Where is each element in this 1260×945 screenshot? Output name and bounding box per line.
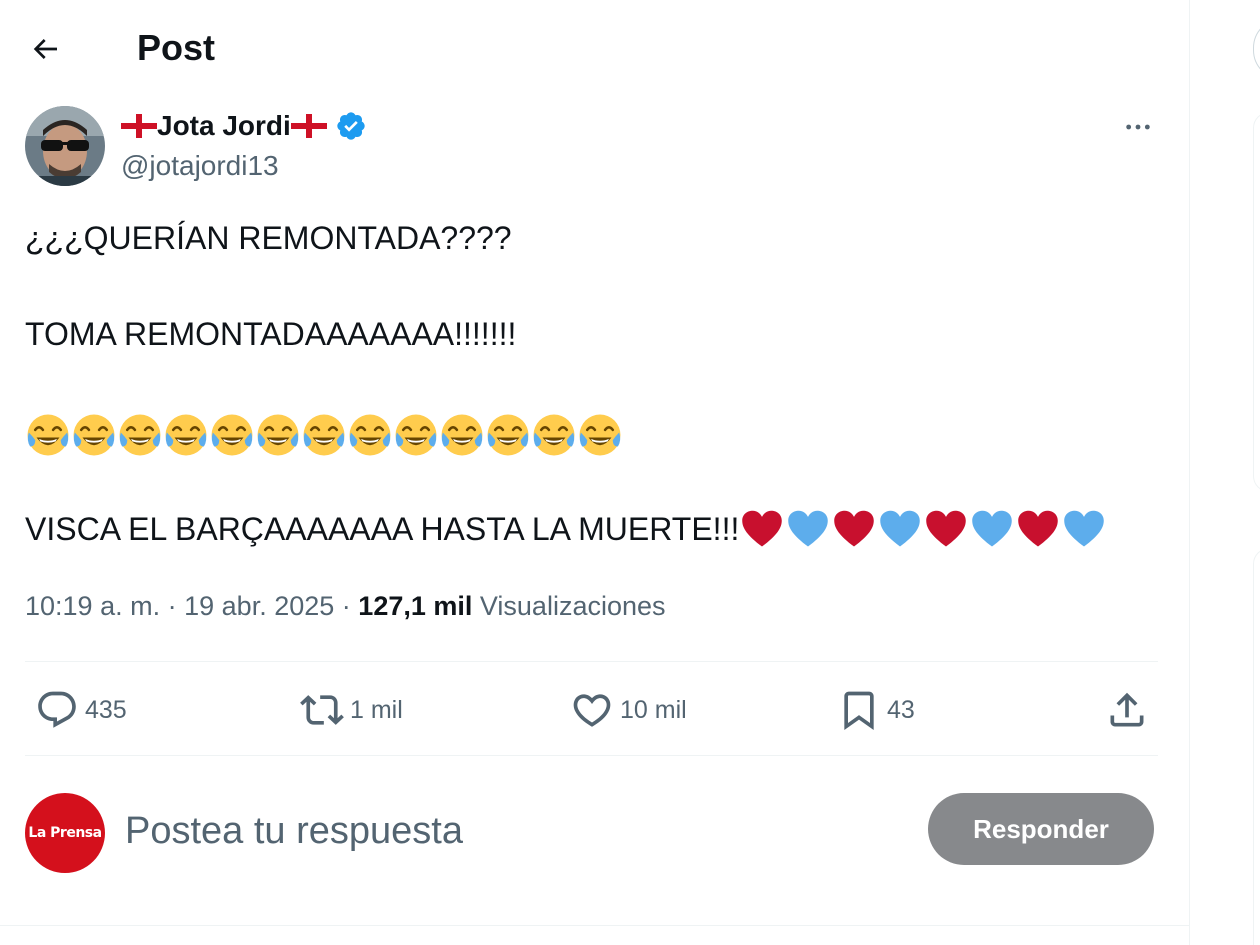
- bookmark-button[interactable]: 43: [837, 684, 915, 736]
- blue-heart-emoji-icon: [972, 510, 1013, 547]
- laughing-emoji-row: [25, 412, 623, 458]
- author-name[interactable]: Jota Jordi: [121, 108, 367, 144]
- arrow-left-icon: [33, 39, 57, 59]
- blue-heart-emoji-icon: [1064, 510, 1105, 547]
- tears-of-joy-emoji-icon: [165, 414, 207, 456]
- tears-of-joy-emoji-icon: [579, 414, 621, 456]
- red-heart-emoji-icon: [926, 510, 967, 547]
- meta-separator: ·: [341, 591, 351, 621]
- divider: [25, 755, 1158, 756]
- sidebar-card: [1253, 548, 1260, 945]
- post-date[interactable]: 19 abr. 2025: [184, 591, 334, 621]
- avatar-photo: [25, 106, 105, 186]
- post-line-2: TOMA REMONTADAAAAAAA!!!!!!!: [25, 316, 517, 352]
- st-george-cross-flag-icon: [121, 114, 157, 138]
- post-line-3-text: VISCA EL BARÇAAAAAAA HASTA LA MUERTE!!!: [25, 511, 740, 547]
- reply-count: 435: [85, 695, 127, 724]
- blue-heart-emoji-icon: [880, 510, 921, 547]
- more-options-button[interactable]: [1112, 110, 1164, 144]
- reply-user-avatar[interactable]: La Prensa: [25, 793, 105, 873]
- page-header: Post: [0, 0, 1190, 96]
- tears-of-joy-emoji-icon: [211, 414, 253, 456]
- tears-of-joy-emoji-icon: [73, 414, 115, 456]
- post-line-1: ¿¿¿QUERÍAN REMONTADA????: [25, 220, 512, 256]
- tears-of-joy-emoji-icon: [349, 414, 391, 456]
- search-box[interactable]: [1253, 18, 1260, 80]
- reply-button[interactable]: 435: [35, 684, 127, 736]
- divider: [25, 661, 1158, 662]
- post-time[interactable]: 10:19 a. m.: [25, 591, 160, 621]
- meta-separator: ·: [167, 591, 177, 621]
- repost-arrows-icon: [300, 695, 344, 725]
- author-display-name: Jota Jordi: [157, 110, 291, 141]
- views-count: 127,1 mil: [358, 591, 473, 621]
- verified-badge-icon: [337, 112, 365, 140]
- tears-of-joy-emoji-icon: [119, 414, 161, 456]
- tears-of-joy-emoji-icon: [533, 414, 575, 456]
- red-heart-emoji-icon: [1018, 510, 1059, 547]
- blue-heart-emoji-icon: [788, 510, 829, 547]
- speech-bubble-icon: [38, 691, 76, 728]
- tears-of-joy-emoji-icon: [257, 414, 299, 456]
- tears-of-joy-emoji-icon: [441, 414, 483, 456]
- reply-submit-button[interactable]: Responder: [928, 793, 1154, 865]
- reply-input[interactable]: [125, 801, 885, 861]
- tears-of-joy-emoji-icon: [487, 414, 529, 456]
- post-line-3: VISCA EL BARÇAAAAAAA HASTA LA MUERTE!!!: [25, 507, 1107, 549]
- share-button[interactable]: [1105, 684, 1149, 736]
- repost-count: 1 mil: [350, 695, 403, 724]
- bookmark-icon: [844, 691, 874, 731]
- st-george-cross-flag-icon: [290, 114, 327, 138]
- right-sidebar: [1191, 0, 1260, 945]
- action-bar: 435 1 mil 10 mil 43: [25, 684, 1158, 736]
- share-upload-icon: [1110, 692, 1144, 727]
- main-column: Post Jota Jordi @jotajordi13 ¿¿¿QUERÍAN …: [0, 0, 1190, 945]
- author-handle[interactable]: @jotajordi13: [121, 148, 279, 184]
- tears-of-joy-emoji-icon: [303, 414, 345, 456]
- post-metadata: 10:19 a. m. · 19 abr. 2025 · 127,1 mil V…: [25, 588, 666, 624]
- page-title: Post: [137, 27, 216, 68]
- more-horizontal-icon: [1126, 124, 1150, 130]
- bookmark-count: 43: [887, 695, 915, 724]
- sidebar-card: [1253, 112, 1260, 492]
- views-label[interactable]: Visualizaciones: [480, 591, 666, 621]
- repost-button[interactable]: 1 mil: [300, 684, 403, 736]
- divider: [0, 925, 1190, 926]
- heart-outline-icon: [573, 694, 611, 727]
- tears-of-joy-emoji-icon: [27, 414, 69, 456]
- hearts-emoji-row: [739, 507, 1107, 549]
- red-heart-emoji-icon: [742, 510, 783, 547]
- like-count: 10 mil: [620, 695, 687, 724]
- back-button[interactable]: [22, 26, 68, 72]
- red-heart-emoji-icon: [834, 510, 875, 547]
- like-button[interactable]: 10 mil: [570, 684, 687, 736]
- tears-of-joy-emoji-icon: [395, 414, 437, 456]
- author-avatar[interactable]: [25, 106, 105, 186]
